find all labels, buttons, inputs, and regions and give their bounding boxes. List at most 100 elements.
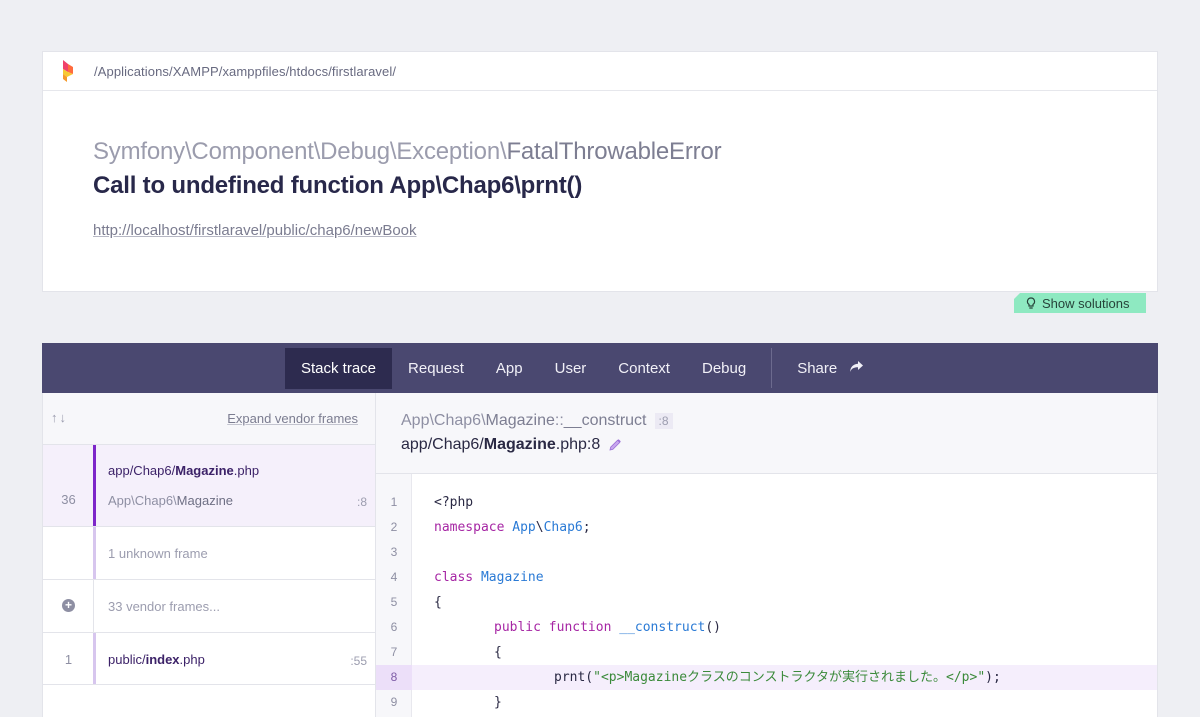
code-line-highlighted: 8 prnt("<p>Magazineクラスのコンストラクタが実行されました。</…: [376, 665, 1157, 690]
tab-list: Stack trace Request App User Context Deb…: [285, 347, 880, 389]
namespace-token: App: [512, 520, 536, 535]
punctuation: );: [985, 670, 1001, 685]
code-text: {: [434, 595, 442, 610]
frames-list: ↑↓ Expand vendor frames 36 app/Chap6/Mag…: [43, 393, 376, 717]
detail-file-prefix: app/Chap6/: [401, 436, 484, 453]
tab-app[interactable]: App: [480, 348, 539, 389]
frame-file: public/index.php: [108, 652, 205, 667]
keyword: namespace: [434, 520, 505, 535]
error-header-card: /Applications/XAMPP/xamppfiles/htdocs/fi…: [42, 51, 1158, 292]
share-button[interactable]: Share: [781, 348, 880, 389]
frame-file-prefix: app/Chap6/: [108, 463, 176, 478]
code-text: <?php: [434, 495, 474, 510]
frame-content: public/index.php: [108, 652, 205, 667]
frame-number: 1: [64, 652, 73, 667]
keyword: public: [494, 620, 541, 635]
line-number: 8: [376, 665, 412, 690]
vendor-frames-label: 33 vendor frames...: [108, 599, 220, 614]
code-text: prnt("<p>Magazineクラスのコンストラクタが実行されました。</p…: [554, 665, 1001, 690]
function-name-token: __construct: [619, 620, 706, 635]
request-url-link[interactable]: http://localhost/firstlaravel/public/cha…: [93, 222, 417, 239]
line-number: 3: [390, 545, 398, 559]
tab-context[interactable]: Context: [602, 348, 686, 389]
frame-class-name: Magazine: [176, 493, 234, 508]
line-number: 7: [390, 645, 398, 659]
frame-detail-header: App\Chap6\Magazine::__construct :8 app/Ch…: [376, 393, 1157, 474]
frame-file-name: Magazine: [175, 463, 234, 478]
frame-indicator: [93, 527, 96, 579]
namespace-separator: \: [535, 520, 544, 535]
class-name-token: Magazine: [480, 570, 544, 585]
code-line: 3: [376, 540, 1157, 565]
code-line: 1 <?php: [376, 490, 1157, 515]
frames-header: ↑↓ Expand vendor frames: [43, 393, 375, 445]
line-number: 6: [390, 620, 398, 634]
exception-class: Symfony\Component\Debug\Exception\FatalT…: [93, 138, 722, 166]
frame-number: 36: [61, 492, 76, 507]
method-separator: ::: [554, 412, 564, 429]
exception-message: Call to undefined function App\Chap6\prn…: [93, 172, 583, 199]
expand-plus-icon[interactable]: +: [62, 599, 75, 612]
punctuation: (): [705, 620, 721, 635]
ignition-logo-icon: [61, 60, 75, 82]
tab-debug[interactable]: Debug: [686, 348, 762, 389]
tab-request[interactable]: Request: [392, 348, 480, 389]
code-text: namespace App\Chap6;: [434, 515, 591, 540]
frame-file-path: app/Chap6/Magazine .php:8: [401, 436, 622, 454]
frame-indicator: [93, 580, 94, 632]
exception-block: Symfony\Component\Debug\Exception\FatalT…: [93, 138, 722, 200]
frame-item-vendor[interactable]: + 33 vendor frames...: [43, 580, 375, 633]
code-line: 9}: [376, 690, 1157, 715]
lightbulb-icon: [1026, 296, 1036, 310]
line-number: 9: [390, 695, 398, 709]
frame-file-name: index: [145, 652, 180, 667]
function-call-token: prnt(: [554, 670, 594, 685]
keyword: class: [434, 570, 474, 585]
share-arrow-icon: [849, 360, 864, 377]
frame-item-unknown[interactable]: 1 unknown frame: [43, 527, 375, 580]
show-solutions-button[interactable]: Show solutions: [1014, 293, 1146, 313]
detail-file-suffix: .php:8: [555, 436, 601, 453]
method-class: Magazine: [485, 412, 555, 429]
share-label: Share: [797, 359, 838, 377]
frame-file-ext: .php: [179, 652, 205, 667]
method-name: __construct: [563, 412, 647, 429]
expand-vendor-frames-link[interactable]: Expand vendor frames: [227, 411, 358, 426]
code-text: {: [494, 645, 502, 660]
code-text: public function __construct(): [494, 615, 721, 640]
project-path: /Applications/XAMPP/xamppfiles/htdocs/fi…: [94, 63, 397, 79]
method-namespace: App\Chap6\: [401, 412, 486, 429]
tab-bar: Stack trace Request App User Context Deb…: [42, 343, 1158, 393]
punctuation: ;: [582, 520, 591, 535]
exception-namespace: Symfony\Component\Debug\Exception\: [93, 138, 507, 165]
string-token: "<p>Magazineクラスのコンストラクタが実行されました。</p>": [593, 670, 986, 685]
frame-item-active[interactable]: 36 app/Chap6/Magazine.php App\Chap6\Maga…: [43, 445, 375, 527]
line-badge: :8: [654, 413, 673, 429]
frame-file: app/Chap6/Magazine.php: [108, 463, 259, 478]
show-solutions-label: Show solutions: [1042, 295, 1130, 311]
code-line: 2 namespace App\Chap6;: [376, 515, 1157, 540]
frame-method: App\Chap6\Magazine::__construct :8: [401, 412, 673, 430]
code-text: }: [494, 695, 502, 710]
tab-divider: [771, 348, 773, 388]
tab-stack-trace[interactable]: Stack trace: [285, 347, 393, 389]
frame-line: :8: [356, 495, 367, 509]
tab-user[interactable]: User: [539, 348, 603, 389]
line-number: 5: [390, 595, 398, 609]
code-line: 4 class Magazine: [376, 565, 1157, 590]
sort-arrows-icon[interactable]: ↑↓: [51, 410, 68, 425]
frame-detail: App\Chap6\Magazine::__construct:8 app/Ch…: [376, 393, 1157, 717]
frame-line: :55: [350, 654, 367, 668]
pencil-edit-icon[interactable]: [608, 438, 622, 452]
frame-indicator: [93, 445, 96, 526]
frame-unknown-label: 1 unknown frame: [108, 546, 208, 561]
code-line: 5{: [376, 590, 1157, 615]
exception-class-name: FatalThrowableError: [506, 138, 722, 165]
frame-item-index[interactable]: 1 public/index.php :55: [43, 633, 375, 685]
line-number: 1: [390, 495, 398, 509]
frame-class-prefix: App\Chap6\: [108, 493, 177, 508]
line-number: 4: [390, 570, 398, 584]
namespace-token: Chap6: [543, 520, 583, 535]
frame-file-prefix: public/: [108, 652, 146, 667]
frame-content: app/Chap6/Magazine.php App\Chap6\Magazin…: [108, 463, 259, 508]
